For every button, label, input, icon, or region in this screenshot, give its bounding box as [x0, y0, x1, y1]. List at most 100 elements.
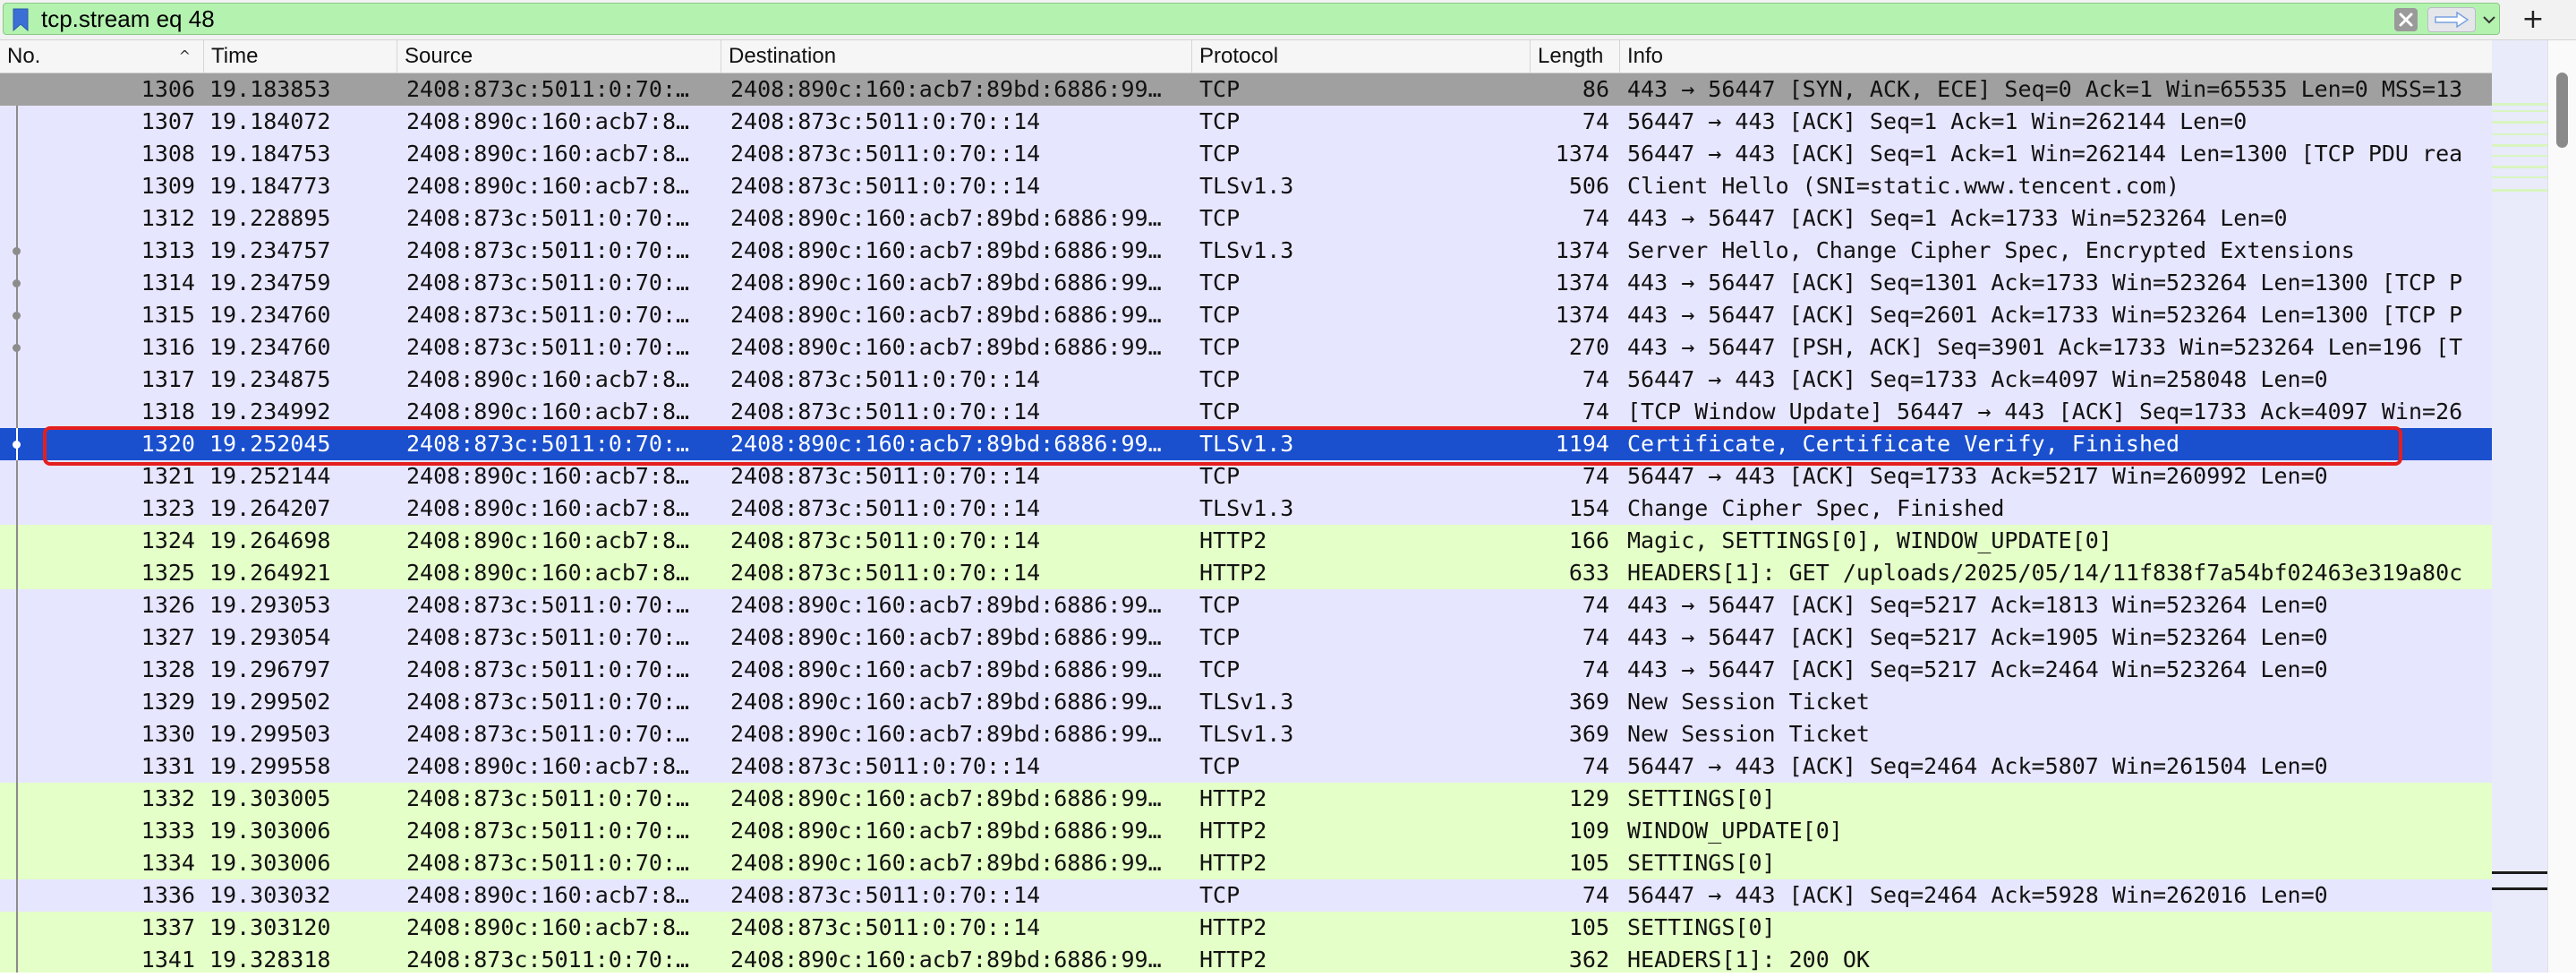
cell-source: 2408:873c:5011:0:70:…: [406, 334, 690, 360]
cell-source: 2408:873c:5011:0:70:…: [406, 270, 690, 296]
cell-length: 74: [1582, 399, 1609, 424]
cell-info: SETTINGS[0]: [1627, 914, 1776, 940]
table-row[interactable]: 1318 19.234992 2408:890c:160:acb7:8… 2408:8…: [0, 396, 2492, 428]
cell-info: HEADERS[1]: GET /uploads/2025/05/14/11f8…: [1627, 560, 2463, 586]
column-header-source[interactable]: Source: [397, 40, 721, 73]
table-row[interactable]: 1313 19.234757 2408:873c:5011:0:70:… 2408:8…: [0, 235, 2492, 267]
cell-protocol: HTTP2: [1199, 850, 1267, 876]
table-row[interactable]: 1321 19.252144 2408:890c:160:acb7:8… 2408:8…: [0, 460, 2492, 493]
cell-length: 506: [1568, 173, 1609, 199]
cell-destination: 2408:890c:160:acb7:89bd:6886:99…: [730, 656, 1162, 682]
cell-source: 2408:873c:5011:0:70:…: [406, 592, 690, 618]
table-row[interactable]: 1329 19.299502 2408:873c:5011:0:70:… 2408:8…: [0, 686, 2492, 718]
related-packet-dot-icon: [13, 344, 21, 352]
cell-destination: 2408:873c:5011:0:70::14: [730, 753, 1041, 779]
conversation-line: [16, 654, 18, 686]
table-row[interactable]: 1308 19.184753 2408:890c:160:acb7:8… 2408:8…: [0, 138, 2492, 170]
table-row[interactable]: 1326 19.293053 2408:873c:5011:0:70:… 2408:8…: [0, 589, 2492, 621]
conversation-line: [16, 493, 18, 525]
cell-time: 19.303005: [209, 785, 331, 811]
cell-source: 2408:873c:5011:0:70:…: [406, 721, 690, 747]
table-row[interactable]: 1337 19.303120 2408:890c:160:acb7:8… 2408:8…: [0, 912, 2492, 944]
cell-info: Server Hello, Change Cipher Spec, Encryp…: [1627, 237, 2355, 263]
packet-list-header: No. ^ Time Source Destination Protocol L…: [0, 40, 2492, 73]
cell-protocol: TCP: [1199, 334, 1241, 360]
table-row[interactable]: 1328 19.296797 2408:873c:5011:0:70:… 2408:8…: [0, 654, 2492, 686]
cell-length: 74: [1582, 463, 1609, 489]
table-row-selected[interactable]: 1320 19.252045 2408:873c:5011:0:70:… 2408:8…: [0, 428, 2492, 460]
table-row[interactable]: 1331 19.299558 2408:890c:160:acb7:8… 2408:8…: [0, 750, 2492, 783]
vertical-scrollbar[interactable]: [2547, 40, 2576, 973]
cell-destination: 2408:890c:160:acb7:89bd:6886:99…: [730, 785, 1162, 811]
cell-source: 2408:890c:160:acb7:8…: [406, 173, 690, 199]
cell-source: 2408:873c:5011:0:70:…: [406, 818, 690, 844]
cell-no: 1336: [141, 882, 195, 908]
cell-info: Magic, SETTINGS[0], WINDOW_UPDATE[0]: [1627, 527, 2112, 553]
table-row[interactable]: 1324 19.264698 2408:890c:160:acb7:8… 2408:8…: [0, 525, 2492, 557]
table-row[interactable]: 1315 19.234760 2408:873c:5011:0:70:… 2408:8…: [0, 299, 2492, 331]
conversation-line: [16, 557, 18, 589]
cell-time: 19.183853: [209, 76, 331, 102]
column-header-destination[interactable]: Destination: [721, 40, 1192, 73]
cell-destination: 2408:873c:5011:0:70::14: [730, 560, 1041, 586]
conversation-line: [16, 686, 18, 718]
cell-no: 1326: [141, 592, 195, 618]
table-row[interactable]: 1306 19.183853 2408:873c:5011:0:70:… 2408:8…: [0, 73, 2492, 106]
cell-info: [TCP Window Update] 56447 → 443 [ACK] Se…: [1627, 399, 2463, 424]
table-row[interactable]: 1330 19.299503 2408:873c:5011:0:70:… 2408:8…: [0, 718, 2492, 750]
display-filter-field[interactable]: [3, 3, 2500, 35]
column-header-time[interactable]: Time: [204, 40, 397, 73]
table-row[interactable]: 1307 19.184072 2408:890c:160:acb7:8… 2408:8…: [0, 106, 2492, 138]
conversation-line: [16, 525, 18, 557]
scrollbar-thumb[interactable]: [2556, 73, 2568, 148]
table-row[interactable]: 1334 19.303006 2408:873c:5011:0:70:… 2408:8…: [0, 847, 2492, 879]
plus-icon[interactable]: +: [2515, 2, 2551, 36]
table-row[interactable]: 1316 19.234760 2408:873c:5011:0:70:… 2408:8…: [0, 331, 2492, 364]
cell-destination: 2408:890c:160:acb7:89bd:6886:99…: [730, 818, 1162, 844]
cell-source: 2408:890c:160:acb7:8…: [406, 399, 690, 424]
cell-time: 19.252144: [209, 463, 331, 489]
column-header-length[interactable]: Length: [1531, 40, 1620, 73]
cell-time: 19.234760: [209, 334, 331, 360]
cell-destination: 2408:873c:5011:0:70::14: [730, 495, 1041, 521]
table-row[interactable]: 1332 19.303005 2408:873c:5011:0:70:… 2408:8…: [0, 783, 2492, 815]
packet-list-minimap[interactable]: [2492, 40, 2547, 973]
cell-no: 1334: [141, 850, 195, 876]
column-header-protocol[interactable]: Protocol: [1192, 40, 1531, 73]
table-row[interactable]: 1312 19.228895 2408:873c:5011:0:70:… 2408:8…: [0, 202, 2492, 235]
cell-no: 1309: [141, 173, 195, 199]
table-row[interactable]: 1314 19.234759 2408:873c:5011:0:70:… 2408:8…: [0, 267, 2492, 299]
cell-time: 19.228895: [209, 205, 331, 231]
cell-info: 443 → 56447 [SYN, ACK, ECE] Seq=0 Ack=1 …: [1627, 76, 2463, 102]
table-row[interactable]: 1333 19.303006 2408:873c:5011:0:70:… 2408:8…: [0, 815, 2492, 847]
table-row[interactable]: 1323 19.264207 2408:890c:160:acb7:8… 2408:8…: [0, 493, 2492, 525]
cell-no: 1329: [141, 689, 195, 715]
cell-destination: 2408:890c:160:acb7:89bd:6886:99…: [730, 592, 1162, 618]
cell-time: 19.303120: [209, 914, 331, 940]
table-row[interactable]: 1336 19.303032 2408:890c:160:acb7:8… 2408:8…: [0, 879, 2492, 912]
chevron-down-icon[interactable]: [2479, 7, 2499, 32]
table-row[interactable]: 1327 19.293054 2408:873c:5011:0:70:… 2408:8…: [0, 621, 2492, 654]
cell-no: 1325: [141, 560, 195, 586]
display-filter-input[interactable]: [41, 4, 2350, 34]
column-header-info[interactable]: Info: [1620, 40, 2492, 73]
cell-source: 2408:873c:5011:0:70:…: [406, 237, 690, 263]
table-row[interactable]: 1325 19.264921 2408:890c:160:acb7:8… 2408:8…: [0, 557, 2492, 589]
cell-no: 1308: [141, 141, 195, 167]
cell-source: 2408:873c:5011:0:70:…: [406, 431, 690, 457]
cell-length: 1374: [1555, 141, 1609, 167]
conversation-line: [16, 138, 18, 170]
table-row[interactable]: 1341 19.328318 2408:873c:5011:0:70:… 2408:8…: [0, 944, 2492, 973]
cell-no: 1314: [141, 270, 195, 296]
column-header-no[interactable]: No. ^: [0, 40, 204, 73]
conversation-line: [16, 718, 18, 750]
cell-source: 2408:890c:160:acb7:8…: [406, 141, 690, 167]
table-row[interactable]: 1309 19.184773 2408:890c:160:acb7:8… 2408:8…: [0, 170, 2492, 202]
display-filter-toolbar: +: [0, 0, 2576, 40]
clear-filter-icon[interactable]: [2393, 7, 2418, 32]
table-row[interactable]: 1317 19.234875 2408:890c:160:acb7:8… 2408:8…: [0, 364, 2492, 396]
bookmark-icon[interactable]: [6, 6, 35, 33]
cell-time: 19.234992: [209, 399, 331, 424]
packet-list[interactable]: 1306 19.183853 2408:873c:5011:0:70:… 2408:8…: [0, 73, 2492, 973]
apply-arrow-icon[interactable]: [2427, 7, 2476, 32]
